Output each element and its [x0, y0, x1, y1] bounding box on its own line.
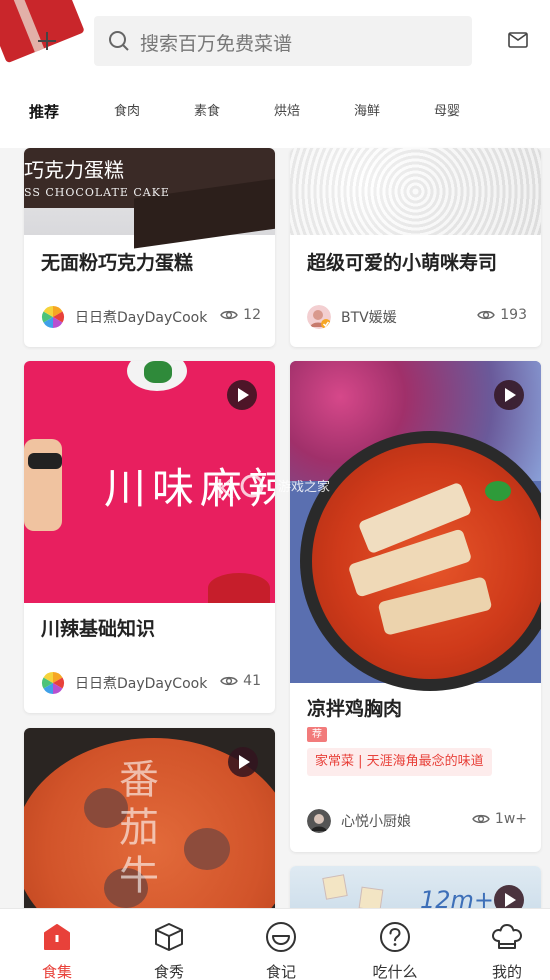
tab-seafood[interactable]: 海鲜: [337, 98, 397, 126]
view-count-value: 193: [500, 307, 527, 323]
recipe-card[interactable]: 川味麻辣 川辣基础知识 日日煮DayDayCook 41: [24, 361, 275, 713]
tab-vegetarian[interactable]: 素食: [177, 98, 237, 126]
view-count-value: 41: [243, 673, 261, 689]
view-count: 12: [220, 307, 261, 323]
nav-label: 吃什么: [372, 963, 418, 980]
recipe-image: [290, 148, 541, 235]
search-icon: [109, 31, 129, 51]
nav-label: 食集: [41, 963, 72, 980]
recipe-title: 凉拌鸡胸肉: [307, 698, 403, 720]
smile-icon: [266, 922, 296, 952]
question-icon: [380, 922, 410, 952]
recipe-title: 川辣基础知识: [41, 618, 156, 640]
eye-icon: [220, 676, 238, 686]
author-avatar: [307, 305, 331, 329]
author-name: BTV媛媛: [341, 310, 397, 326]
author-avatar: [41, 671, 65, 695]
nav-notes[interactable]: 食记: [226, 909, 336, 980]
watermark: K 游戏之家: [214, 468, 344, 508]
author-name: 日日煮DayDayCook: [75, 676, 208, 692]
tab-meat[interactable]: 食肉: [97, 98, 157, 126]
bottom-nav: 食集 食秀 食记 吃什么 我的: [0, 908, 550, 980]
author[interactable]: 日日煮DayDayCook: [41, 671, 207, 695]
chef-hat-icon: [492, 924, 522, 949]
view-count-value: 12: [243, 307, 261, 323]
add-icon[interactable]: [34, 28, 60, 54]
recipe-image: [290, 361, 541, 691]
eye-icon: [472, 814, 490, 824]
recipe-card[interactable]: 巧克力蛋糕 SS CHOCOLATE CAKE 无面粉巧克力蛋糕 日日煮DayD…: [24, 148, 275, 347]
nav-label: 食记: [265, 963, 296, 980]
video-play-icon[interactable]: [228, 747, 258, 777]
author[interactable]: 心悦小厨娘: [307, 809, 411, 833]
recommend-badge: 荐: [307, 727, 327, 742]
search-bar[interactable]: 搜索百万免费菜谱: [94, 16, 472, 66]
video-play-icon[interactable]: [227, 380, 257, 410]
recipe-tag: 家常菜 | 天涯海角最念的味道: [307, 748, 492, 776]
video-play-icon[interactable]: [494, 380, 524, 410]
author-avatar: [307, 809, 331, 833]
recipe-image: 巧克力蛋糕 SS CHOCOLATE CAKE: [24, 148, 275, 249]
search-placeholder: 搜索百万免费菜谱: [140, 33, 293, 55]
nav-show[interactable]: 食秀: [114, 909, 224, 980]
eye-icon: [477, 310, 496, 320]
image-subtext: SS CHOCOLATE CAKE: [24, 186, 170, 199]
home-icon: [44, 924, 70, 950]
nav-what-to-eat[interactable]: 吃什么: [340, 909, 450, 980]
image-text: 番茄牛: [119, 757, 159, 899]
author[interactable]: BTV媛媛: [307, 305, 397, 329]
tab-recommend[interactable]: 推荐: [14, 98, 74, 126]
view-count-value: 1w+: [494, 811, 527, 827]
top-bar: 搜索百万免费菜谱 推荐 食肉 素食 烘焙 海鲜 母婴: [0, 0, 550, 148]
image-text: 巧克力蛋糕: [24, 158, 124, 182]
author-avatar: [41, 305, 65, 329]
box-icon: [155, 923, 183, 951]
category-tabs: 推荐 食肉 素食 烘焙 海鲜 母婴: [0, 98, 550, 128]
view-count: 1w+: [472, 811, 527, 827]
recipe-title: 超级可爱的小萌咪寿司: [307, 252, 498, 274]
nav-me[interactable]: 我的: [452, 909, 550, 980]
watermark-logo-icon: K: [216, 474, 264, 505]
tab-baby[interactable]: 母婴: [417, 98, 477, 126]
tab-baking[interactable]: 烘焙: [257, 98, 317, 126]
mail-icon[interactable]: [508, 31, 528, 53]
author-name: 日日煮DayDayCook: [75, 310, 208, 326]
nav-home[interactable]: 食集: [2, 909, 112, 980]
watermark-text: 游戏之家: [278, 480, 331, 495]
view-count: 193: [477, 307, 527, 323]
svg-text:K: K: [216, 475, 234, 505]
nav-label: 食秀: [153, 963, 184, 980]
recipe-title: 无面粉巧克力蛋糕: [41, 252, 194, 274]
eye-icon: [220, 310, 238, 320]
nav-label: 我的: [491, 963, 522, 980]
recipe-card[interactable]: 番茄牛: [24, 728, 275, 928]
view-count: 41: [220, 673, 261, 689]
author-name: 心悦小厨娘: [341, 814, 411, 830]
recipe-card[interactable]: 超级可爱的小萌咪寿司 BTV媛媛 193: [290, 148, 541, 347]
recipe-card[interactable]: 凉拌鸡胸肉 荐 家常菜 | 天涯海角最念的味道 心悦小厨娘 1w+: [290, 361, 541, 852]
author[interactable]: 日日煮DayDayCook: [41, 305, 207, 329]
